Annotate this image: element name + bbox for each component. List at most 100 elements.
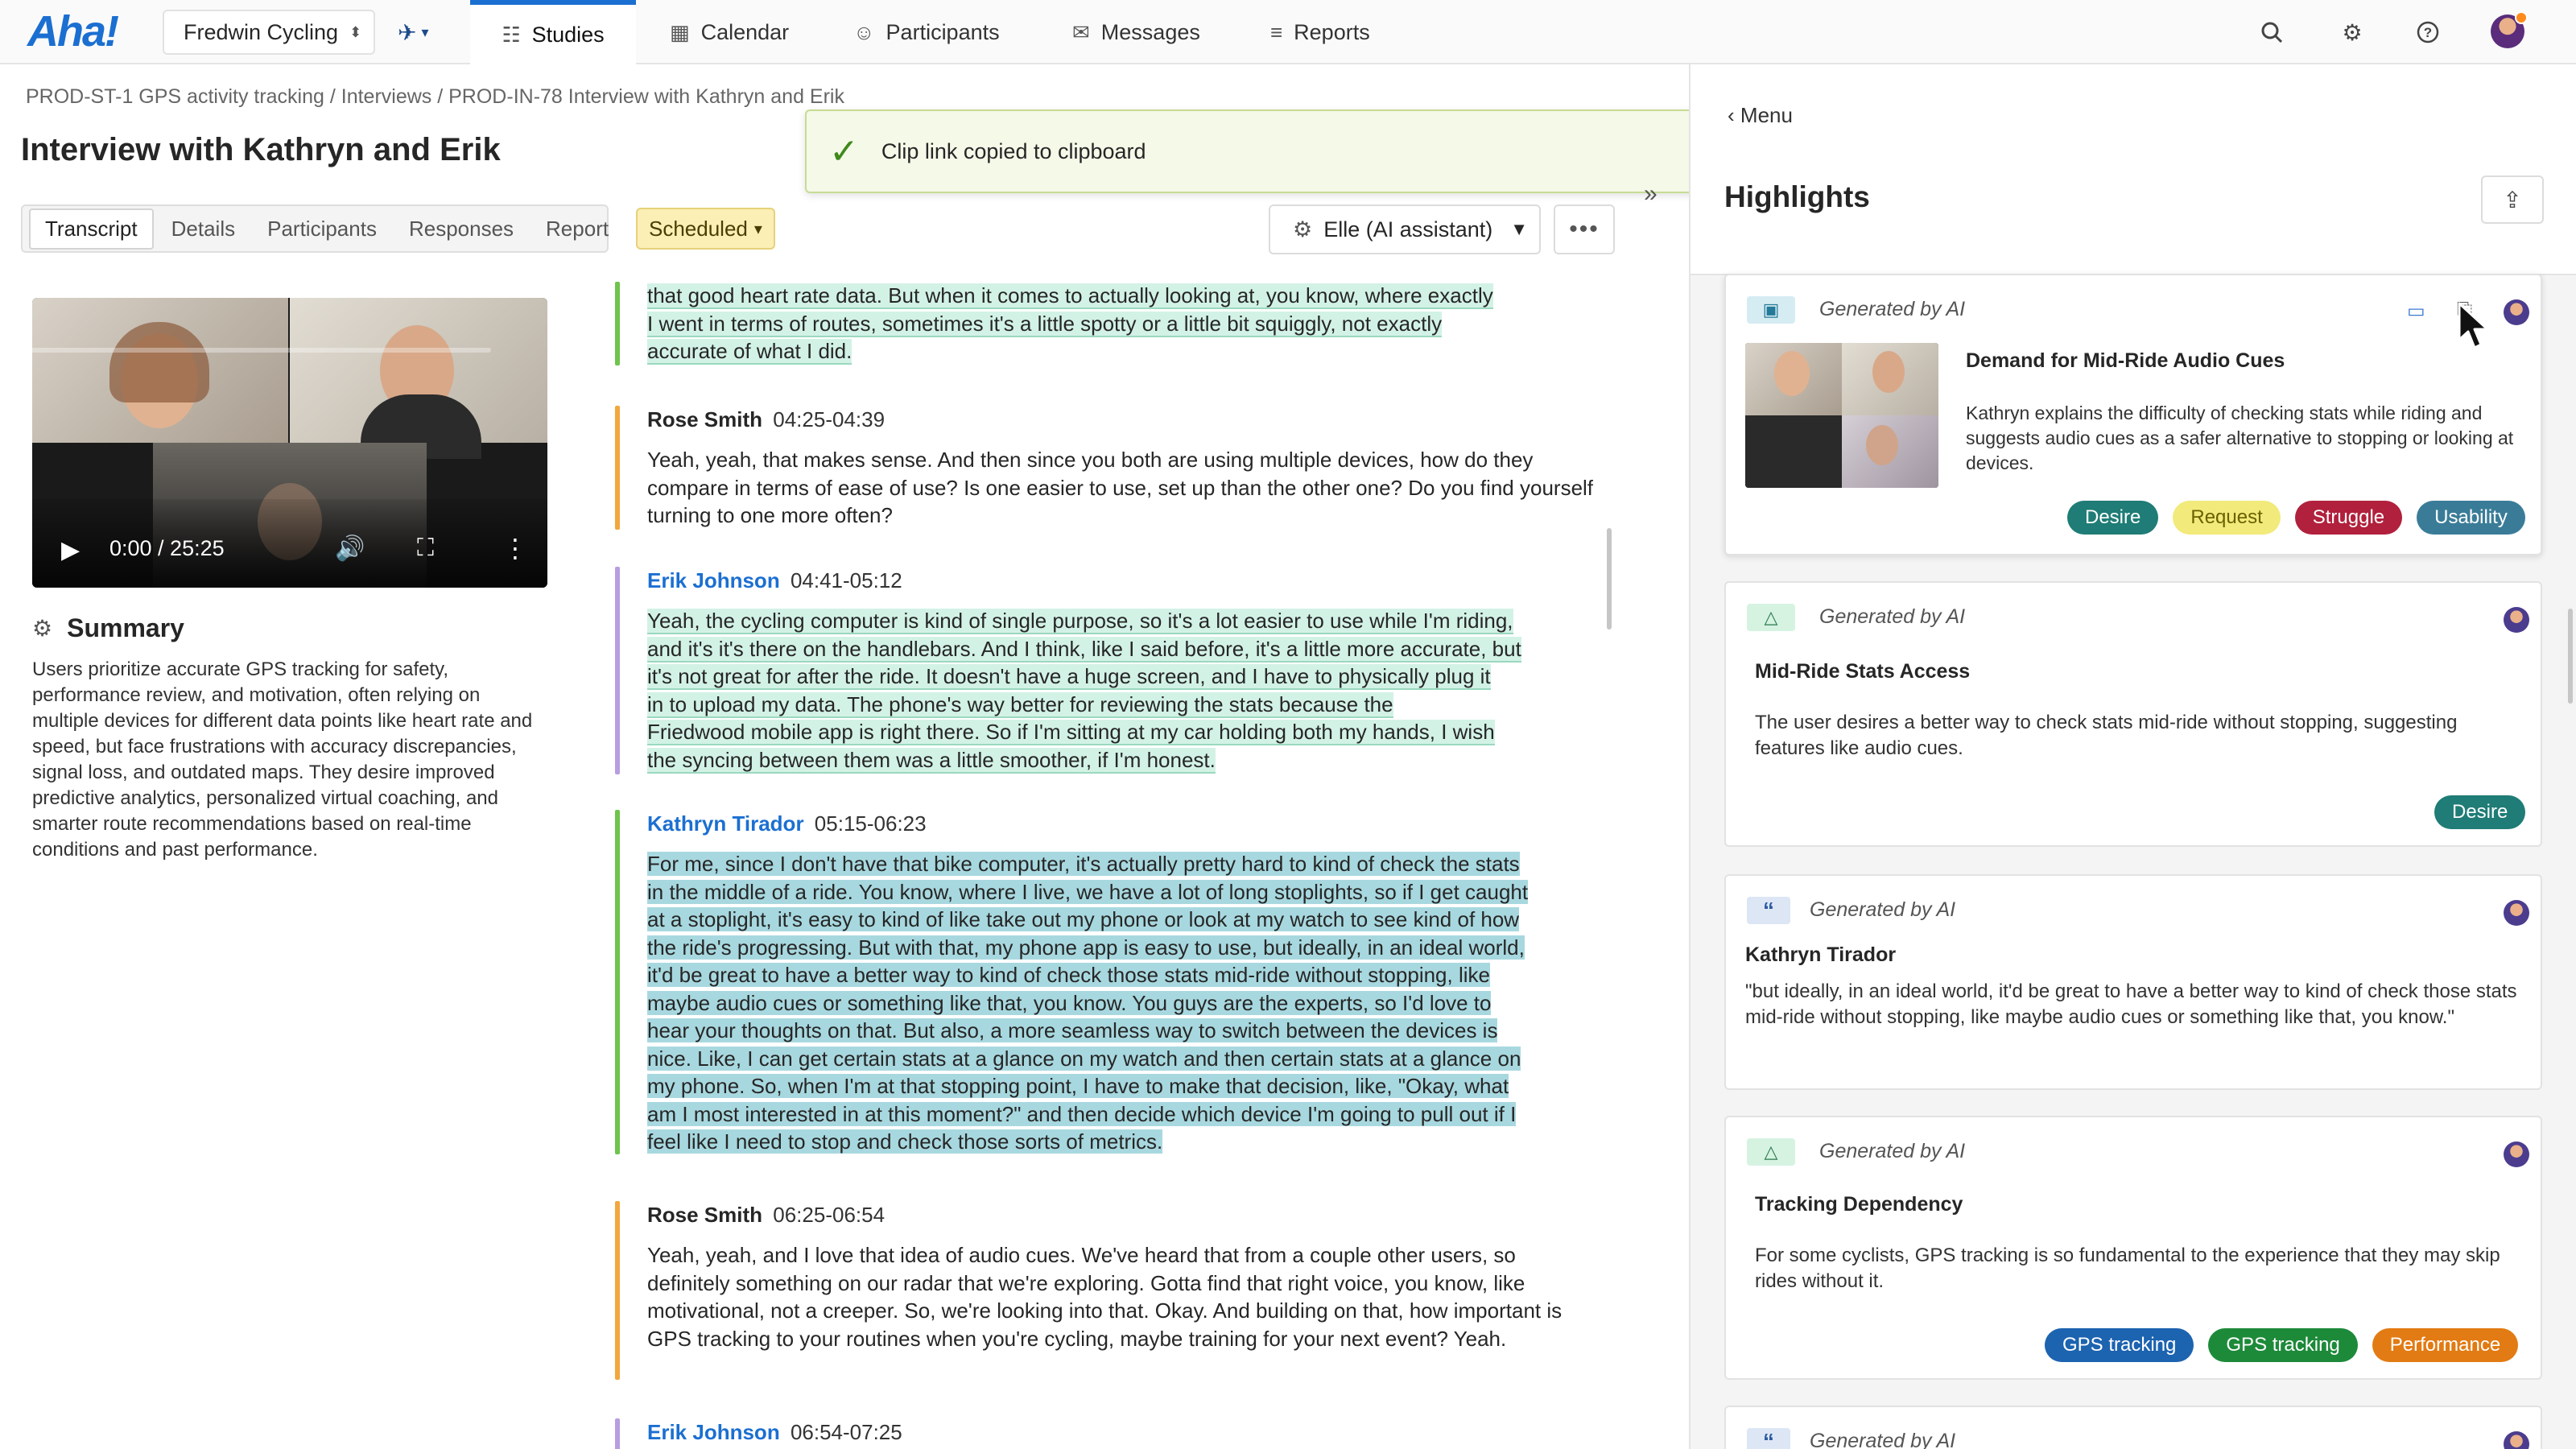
participants-icon: ☺: [853, 19, 875, 44]
search-icon[interactable]: [2256, 16, 2288, 48]
tab-details[interactable]: Details: [157, 210, 250, 248]
highlighted-line[interactable]: and it's it's there on the handlebars. A…: [647, 636, 1521, 663]
toast-notification: ✓ Clip link copied to clipboard ✕: [805, 109, 1768, 193]
export-button[interactable]: ⇪: [2481, 175, 2544, 224]
highlighted-line[interactable]: at a stoplight, it's easy to kind of lik…: [647, 907, 1520, 931]
highlighted-line[interactable]: nice. Like, I can get certain stats at a…: [647, 1046, 1521, 1071]
timestamp[interactable]: 05:15-06:23: [815, 811, 927, 836]
volume-icon[interactable]: 🔊: [335, 535, 365, 563]
nav-tab-reports[interactable]: ≡ Reports: [1270, 0, 1370, 64]
transcript-entry: Rose Smith 06:25-06:54 Yeah, yeah, and I…: [615, 1201, 1597, 1380]
collapse-panel-icon[interactable]: »: [1644, 180, 1657, 208]
pinned-menu-button[interactable]: ✈ ▾: [398, 18, 446, 47]
highlighted-line[interactable]: in to upload my data. The phone's way be…: [647, 691, 1393, 718]
transcript-text[interactable]: Yeah, yeah, that makes sense. And then s…: [647, 446, 1597, 530]
calendar-icon: ▦: [670, 19, 690, 44]
fullscreen-icon[interactable]: ⛶: [417, 535, 434, 562]
highlight-card[interactable]: “ Generated by AI Kathryn Tirador "but i…: [1724, 874, 2542, 1090]
clip-image-icon[interactable]: ▭: [2407, 299, 2425, 323]
highlighted-line[interactable]: For me, since I don't have that bike com…: [647, 852, 1520, 876]
speaker-name[interactable]: Rose Smith: [647, 407, 762, 431]
breadcrumb[interactable]: PROD-ST-1 GPS activity tracking / Interv…: [26, 85, 844, 109]
highlighted-line[interactable]: that good heart rate data. But when it c…: [647, 283, 1493, 309]
highlight-card[interactable]: △ Generated by AI Tracking Dependency Fo…: [1724, 1116, 2542, 1380]
workspace-switcher[interactable]: Fredwin Cycling ⬍: [163, 10, 375, 55]
chevron-down-icon: ▾: [421, 23, 429, 40]
tag-usability[interactable]: Usability: [2417, 501, 2525, 535]
clip-thumbnail[interactable]: [1745, 343, 1938, 488]
tag-desire[interactable]: Desire: [2067, 501, 2159, 535]
transcript-text[interactable]: Yeah, the cycling computer is kind of si…: [647, 607, 1597, 774]
tag-struggle[interactable]: Struggle: [2294, 501, 2403, 535]
quote-icon: “: [1747, 897, 1790, 924]
highlighted-line[interactable]: my phone. So, when I'm at that stopping …: [647, 1074, 1509, 1098]
highlight-card[interactable]: ▣ Generated by AI ▭ ⎘ Demand for Mid-Rid…: [1724, 274, 2542, 555]
more-options-button[interactable]: •••: [1554, 204, 1615, 254]
speaker-color-bar: [615, 282, 620, 365]
aha-logo[interactable]: Aha!: [27, 6, 119, 56]
transcript-entry: Kathryn Tirador 05:15-06:23 For me, sinc…: [615, 810, 1597, 1156]
highlighted-line[interactable]: I went in terms of routes, sometimes it'…: [647, 311, 1443, 337]
help-icon[interactable]: ?: [2412, 16, 2444, 48]
highlighted-line[interactable]: it's not great for after the ride. It do…: [647, 664, 1491, 690]
tag-desire[interactable]: Desire: [2434, 795, 2526, 829]
highlight-card[interactable]: “ Generated by AI: [1724, 1406, 2542, 1449]
speaker-color-bar: [615, 810, 620, 1154]
highlighted-line[interactable]: feel like I need to stop and check those…: [647, 1129, 1163, 1154]
highlighted-line[interactable]: maybe audio cues or something like that,…: [647, 990, 1492, 1015]
tab-transcript[interactable]: Transcript: [29, 208, 154, 250]
highlighted-line[interactable]: Yeah, the cycling computer is kind of si…: [647, 609, 1513, 634]
play-icon[interactable]: ▶: [61, 536, 80, 564]
nav-tab-messages[interactable]: ✉ Messages: [1072, 0, 1200, 64]
timestamp[interactable]: 06:54-07:25: [791, 1420, 902, 1444]
highlighted-line[interactable]: accurate of what I did.: [647, 339, 852, 365]
ai-summary-icon: ⚙: [32, 616, 53, 641]
tag-gps-tracking[interactable]: GPS tracking: [2045, 1328, 2194, 1362]
ai-settings-icon[interactable]: ⚙: [2336, 16, 2368, 48]
speaker-name[interactable]: Rose Smith: [647, 1203, 762, 1227]
highlighted-line[interactable]: Friedwood mobile app is right there. So …: [647, 720, 1495, 745]
speaker-color-bar: [615, 567, 620, 774]
timestamp[interactable]: 06:25-06:54: [773, 1203, 885, 1227]
highlighted-line[interactable]: it'd be great to have a better way to ki…: [647, 963, 1490, 987]
workspace-name: Fredwin Cycling: [184, 19, 339, 44]
status-dropdown[interactable]: Scheduled ▾: [636, 208, 775, 250]
transcript-text[interactable]: that good heart rate data. But when it c…: [647, 282, 1597, 365]
highlighted-line[interactable]: in the middle of a ride. You know, where…: [647, 879, 1529, 904]
speaker-name[interactable]: Erik Johnson: [647, 568, 780, 592]
transcript-text[interactable]: Yeah, yeah, and I love that idea of audi…: [647, 1241, 1597, 1352]
tag-gps-tracking[interactable]: GPS tracking: [2208, 1328, 2358, 1362]
ai-assistant-dropdown[interactable]: ⚙ Elle (AI assistant) ▼: [1269, 204, 1541, 254]
highlighted-line[interactable]: the ride's progressing. But with that, m…: [647, 935, 1525, 960]
tag-performance[interactable]: Performance: [2372, 1328, 2519, 1362]
vertical-ellipsis-icon[interactable]: ⋮: [502, 533, 528, 564]
generated-label: Generated by AI: [1819, 298, 1966, 320]
highlighted-line[interactable]: am I most interested in at this moment?"…: [647, 1101, 1517, 1126]
video-progress-track[interactable]: [26, 348, 491, 353]
tab-report[interactable]: Report: [531, 210, 623, 248]
tab-participants[interactable]: Participants: [253, 210, 391, 248]
transcript-entry: that good heart rate data. But when it c…: [615, 282, 1597, 365]
timestamp[interactable]: 04:25-04:39: [773, 407, 885, 431]
menu-back-link[interactable]: ‹ Menu: [1728, 103, 1793, 128]
sparkle-pin-icon: ✈: [398, 19, 417, 45]
tag-request[interactable]: Request: [2173, 501, 2281, 535]
highlight-card[interactable]: △ Generated by AI Mid-Ride Stats Access …: [1724, 581, 2542, 847]
tab-responses[interactable]: Responses: [394, 210, 528, 248]
highlights-scrollbar[interactable]: [2568, 609, 2573, 704]
timestamp[interactable]: 04:41-05:12: [791, 568, 902, 592]
speaker-name[interactable]: Erik Johnson: [647, 1420, 780, 1444]
avatar: [2504, 299, 2529, 325]
insight-icon: △: [1747, 1138, 1795, 1166]
transcript-scrollbar[interactable]: [1607, 528, 1612, 630]
video-player[interactable]: ▶ 0:00 / 25:25 🔊 ⛶ ⋮: [32, 298, 547, 588]
nav-tab-studies[interactable]: ☷ Studies: [470, 0, 636, 64]
generated-label: Generated by AI: [1819, 1140, 1966, 1162]
highlighted-line[interactable]: hear your thoughts on that. But also, a …: [647, 1018, 1498, 1042]
transcript-text[interactable]: For me, since I don't have that bike com…: [647, 850, 1597, 1156]
page-title: Interview with Kathryn and Erik: [21, 132, 501, 167]
highlighted-line[interactable]: the syncing between them was a little sm…: [647, 747, 1216, 774]
speaker-name[interactable]: Kathryn Tirador: [647, 811, 804, 836]
nav-tab-calendar[interactable]: ▦ Calendar: [670, 0, 789, 64]
nav-tab-participants[interactable]: ☺ Participants: [853, 0, 1000, 64]
